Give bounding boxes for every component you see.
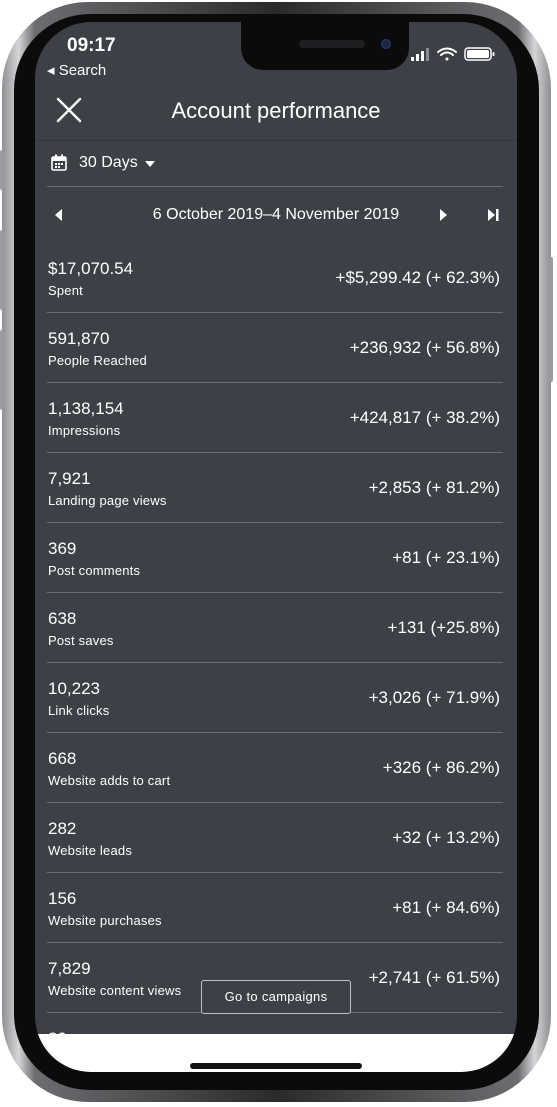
metric-row-people-reached[interactable]: 591,870 People Reached +236,932 (+ 56.8%… — [47, 313, 503, 383]
metric-value: 591,870 — [48, 329, 110, 348]
speaker-grille — [299, 40, 365, 48]
volume-down-button — [0, 330, 4, 410]
metric-value: 156 — [48, 889, 77, 908]
chevron-down-icon[interactable] — [145, 161, 155, 167]
notch — [241, 22, 409, 70]
volume-up-button — [0, 230, 4, 310]
date-range-filter[interactable]: 30 Days — [47, 140, 503, 187]
metric-change: +236,932 (+ 56.8%) — [349, 338, 500, 357]
metric-row-website-leads[interactable]: 282 Website leads +32 (+ 13.2%) — [47, 803, 503, 873]
metric-value: 7,829 — [48, 959, 91, 978]
battery-icon — [464, 47, 495, 61]
metric-value: $17,070.54 — [48, 259, 134, 278]
metric-value: 1,138,154 — [48, 399, 124, 418]
metric-value: 668 — [48, 749, 77, 768]
status-icons — [411, 47, 495, 61]
metric-change: +326 (+ 86.2%) — [382, 758, 500, 777]
metric-change: +81 (+ 23.1%) — [392, 548, 500, 567]
metric-label: Link clicks — [48, 703, 110, 718]
chevron-right-icon[interactable] — [435, 207, 451, 223]
calendar-icon — [51, 154, 67, 171]
metric-row-website-adds-to-cart[interactable]: 668 Website adds to cart +326 (+ 86.2%) — [47, 733, 503, 803]
wifi-icon — [437, 47, 457, 61]
metric-row-impressions[interactable]: 1,138,154 Impressions +424,817 (+ 38.2%) — [47, 383, 503, 453]
range-selector-label[interactable]: 30 Days — [79, 154, 138, 172]
metric-change: +$5,299.42 (+ 62.3%) — [335, 268, 500, 287]
mute-switch — [0, 150, 4, 190]
metric-label: Website purchases — [48, 913, 162, 928]
metric-change: +424,817 (+ 38.2%) — [349, 408, 500, 427]
metric-row-post-comments[interactable]: 369 Post comments +81 (+ 23.1%) — [47, 523, 503, 593]
metric-change: +81 (+ 84.6%) — [392, 898, 500, 917]
home-indicator[interactable] — [190, 1063, 362, 1069]
go-to-campaigns-button[interactable]: Go to campaigns — [201, 980, 351, 1014]
metric-value: 10,223 — [48, 679, 100, 698]
signal-icon — [411, 48, 429, 61]
metric-value: 7,921 — [48, 469, 91, 488]
metric-change: +131 (+25.8%) — [387, 618, 500, 637]
status-time: 09:17 — [67, 35, 116, 56]
metric-value: 369 — [48, 539, 77, 558]
skip-to-end-icon[interactable] — [485, 207, 501, 223]
metric-label: Spent — [48, 283, 83, 298]
metric-label: Website leads — [48, 843, 133, 858]
metric-row-website-purchases[interactable]: 156 Website purchases +81 (+ 84.6%) — [47, 873, 503, 943]
metric-change: +2,853 (+ 81.2%) — [368, 478, 500, 497]
metric-label: People Reached — [48, 353, 147, 368]
metric-row-spent[interactable]: $17,070.54 Spent +$5,299.42 (+ 62.3%) — [47, 243, 503, 313]
metric-label: Landing page views — [48, 493, 167, 508]
metric-change: +32 (+ 13.2%) — [392, 828, 500, 847]
metric-row-link-clicks[interactable]: 10,223 Link clicks +3,026 (+ 71.9%) — [47, 663, 503, 733]
metric-label: Post comments — [48, 563, 141, 578]
metric-value: 282 — [48, 819, 77, 838]
front-camera — [381, 39, 391, 49]
metric-label: Impressions — [48, 423, 121, 438]
app-header: Account performance — [35, 70, 517, 141]
metric-label: Post saves — [48, 633, 114, 648]
page-title: Account performance — [171, 98, 381, 123]
metric-change: +3,026 (+ 71.9%) — [368, 688, 500, 707]
metric-row-landing-page-views[interactable]: 7,921 Landing page views +2,853 (+ 81.2%… — [47, 453, 503, 523]
app-screen: 09:17 ◂ Search Account performance 30 Da… — [35, 22, 517, 1072]
metric-change: +2,741 (+ 61.5%) — [368, 968, 500, 987]
power-button — [549, 257, 553, 382]
metric-label: Website content views — [48, 983, 182, 998]
metric-value: 638 — [48, 609, 77, 628]
metrics-list: $17,070.54 Spent +$5,299.42 (+ 62.3%) 59… — [47, 243, 503, 1053]
date-navigator: 6 October 2019–4 November 2019 — [35, 187, 517, 243]
metric-label: Website adds to cart — [48, 773, 171, 788]
metric-row-post-saves[interactable]: 638 Post saves +131 (+25.8%) — [47, 593, 503, 663]
